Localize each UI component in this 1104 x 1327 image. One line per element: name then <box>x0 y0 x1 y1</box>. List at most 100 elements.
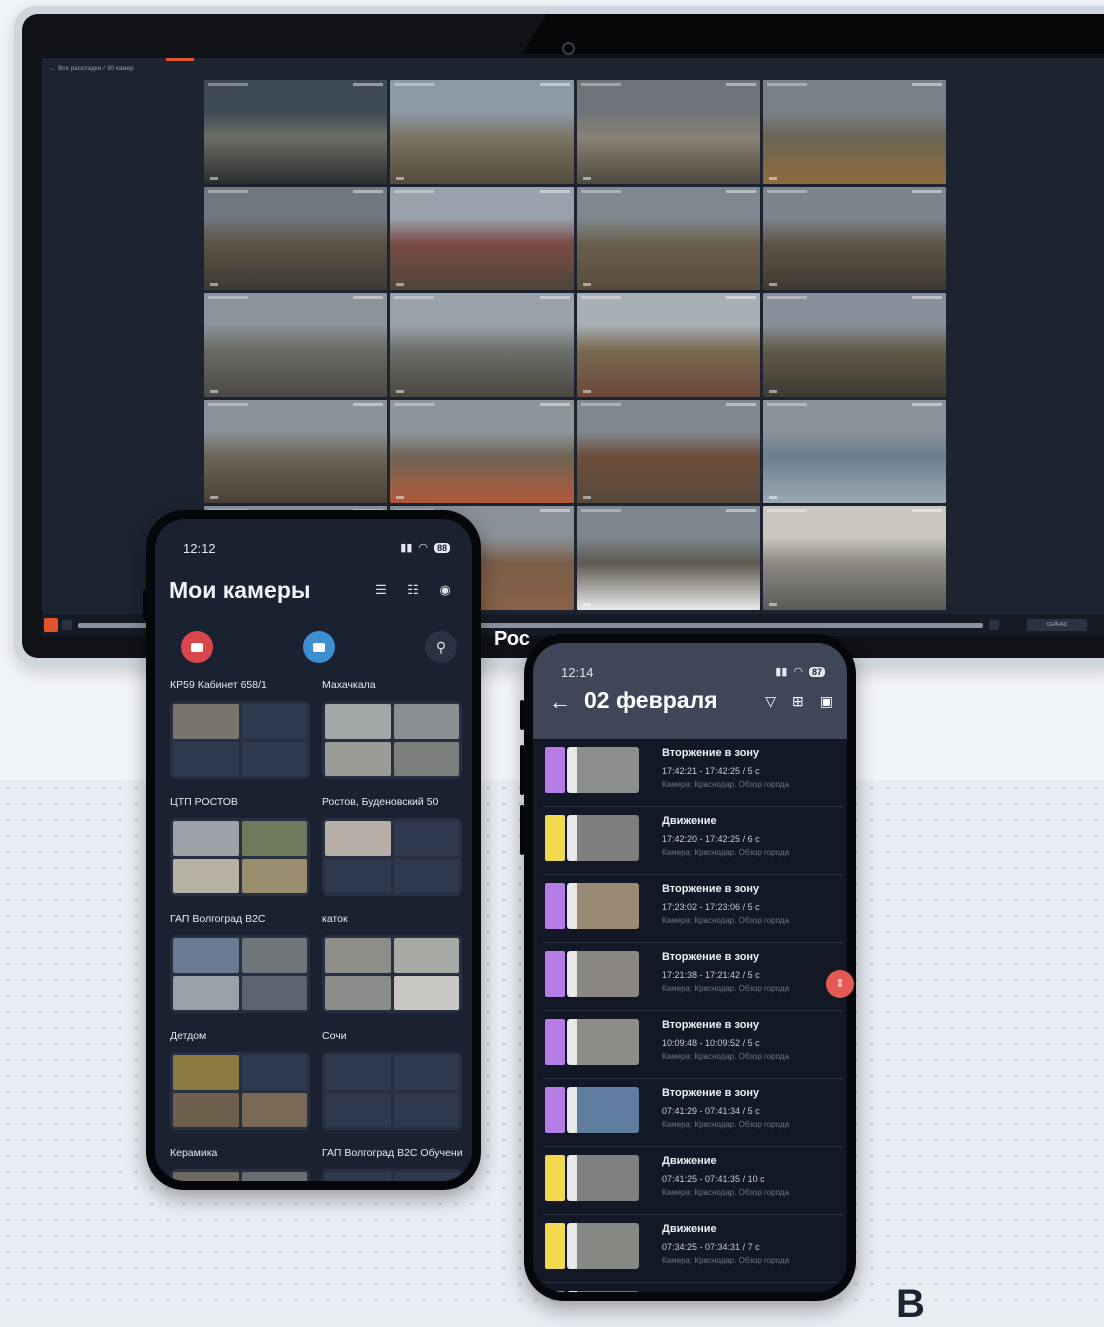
event-type: Вторжение в зону <box>662 1291 759 1292</box>
event-time: 17:23:02 - 17:23:06 / 5 с <box>662 902 760 912</box>
camera-thumb <box>173 975 239 1010</box>
camera-group[interactable]: ЦТП РОСТОВ <box>170 796 310 896</box>
event-item[interactable]: Вторжение в зону <box>543 1283 843 1292</box>
status-icons: ▮▮ ◠ 87 <box>775 665 825 678</box>
event-camera: Камера: Краснодар. Обзор города <box>662 916 790 925</box>
camera-thumb <box>173 704 239 739</box>
camera-group[interactable]: Махачкала <box>322 679 462 779</box>
feed-overlay-label <box>912 189 942 193</box>
event-camera: Камера: Краснодар. Обзор города <box>662 848 790 857</box>
camera-feed[interactable] <box>390 399 574 504</box>
feed-overlay-label <box>394 402 435 406</box>
camera-group[interactable]: каток <box>322 913 462 1013</box>
breadcrumb[interactable]: ← Все раскладки / 30 камер <box>50 66 134 72</box>
feed-overlay-label <box>580 296 621 300</box>
event-item[interactable]: Вторжение в зону 17:21:38 - 17:21:42 / 5 … <box>543 943 843 1011</box>
feed-overlay-label <box>768 389 777 393</box>
camera-group[interactable]: Ростов, Буденовский 50 <box>322 796 462 896</box>
search-icon: ⚲ <box>435 638 447 655</box>
profile-icon[interactable]: ◉ <box>436 583 454 597</box>
camera-feed[interactable] <box>576 186 760 291</box>
event-camera: Камера: Краснодар. Обзор города <box>662 780 790 789</box>
camera-feed[interactable] <box>762 186 946 291</box>
camera-thumb <box>325 821 391 856</box>
camera-feed[interactable] <box>390 293 574 397</box>
camera-icon <box>191 642 203 652</box>
back-arrow-icon[interactable]: ← <box>549 689 571 715</box>
camera-feed[interactable] <box>204 80 388 184</box>
event-type: Движение <box>662 815 717 827</box>
quick-actions: ⚲ <box>155 631 472 671</box>
event-item[interactable]: Вторжение в зону 07:41:29 - 07:41:34 / 5 … <box>543 1079 843 1147</box>
active-tab-indicator <box>166 58 194 61</box>
event-item[interactable]: Движение 17:42:20 - 17:42:25 / 6 с Камера:… <box>543 807 843 875</box>
event-thumbnail <box>567 951 639 997</box>
prev-button[interactable] <box>62 620 72 630</box>
event-time: 17:42:20 - 17:42:25 / 6 с <box>662 834 760 844</box>
camera-feed[interactable] <box>576 399 760 504</box>
live-camera-button[interactable] <box>303 631 335 663</box>
scroll-handle-button[interactable]: ⇕ <box>826 970 854 998</box>
feed-overlay-label <box>766 83 807 86</box>
camera-feed[interactable] <box>762 293 946 397</box>
feed-overlay-label <box>210 176 218 180</box>
event-item[interactable]: Вторжение в зону 17:42:21 - 17:42:25 / 5 … <box>543 739 843 807</box>
camera-group[interactable]: ГАП Волгоград B2C <box>170 913 310 1013</box>
camera-feed[interactable] <box>762 80 946 184</box>
sort-icon[interactable]: ☰ <box>372 583 390 597</box>
record-camera-button[interactable] <box>181 631 213 663</box>
event-camera: Камера: Краснодар. Обзор города <box>662 1188 790 1197</box>
signal-icon: ▮▮ <box>775 666 788 678</box>
camera-group-label: ЦТП РОСТОВ <box>170 796 238 808</box>
camera-group-preview <box>322 818 462 896</box>
event-item[interactable]: Движение 07:41:25 - 07:41:35 / 10 с Камера… <box>543 1147 843 1215</box>
feed-overlay-label <box>912 296 942 300</box>
camera-thumb <box>325 938 391 973</box>
now-button[interactable]: СЕЙЧАС <box>1027 619 1087 631</box>
webcam-icon <box>562 42 575 55</box>
camera-feed[interactable] <box>390 186 574 291</box>
filter-icon[interactable]: ☷ <box>404 583 422 597</box>
camera-group[interactable]: Керамика <box>170 1147 310 1181</box>
camera-feed[interactable] <box>576 80 760 184</box>
feed-overlay-label <box>208 402 248 406</box>
event-type: Движение <box>662 1155 717 1167</box>
camera-feed[interactable] <box>576 293 760 397</box>
camera-feed[interactable] <box>390 80 574 184</box>
monitor-notch <box>522 14 1104 54</box>
partial-caption: Рос <box>494 628 530 650</box>
camera-group[interactable]: Детдом <box>170 1030 310 1130</box>
camera-group-label: Ростов, Буденовский 50 <box>322 796 439 808</box>
phone1-screen: 12:12 ▮▮ ◠ 88 Мои камеры ☰ ☷ ◉ ⚲ КР59 Ка… <box>155 519 472 1181</box>
camera-feed[interactable] <box>762 506 946 610</box>
export-icon[interactable]: ⊞ <box>792 693 804 710</box>
next-button[interactable] <box>989 620 999 630</box>
camera-group[interactable]: Сочи <box>322 1030 462 1130</box>
camera-group-preview <box>170 818 310 896</box>
camera-feed[interactable] <box>762 399 946 504</box>
phone-events: 12:14 ▮▮ ◠ 87 ← 02 февраля ▽ ⊞ ▣ Вторжен… <box>524 634 856 1301</box>
search-button[interactable]: ⚲ <box>425 631 457 663</box>
event-time: 17:42:21 - 17:42:25 / 5 с <box>662 766 760 776</box>
camera-feed[interactable] <box>576 506 760 610</box>
camera-group[interactable]: ГАП Волгоград B2C Обучение <box>322 1147 462 1181</box>
event-item[interactable]: Вторжение в зону 10:09:48 - 10:09:52 / 5 … <box>543 1011 843 1079</box>
feed-overlay-label <box>580 189 621 193</box>
record-button[interactable] <box>44 618 58 632</box>
event-item[interactable]: Вторжение в зону 17:23:02 - 17:23:06 / 5 … <box>543 875 843 943</box>
feed-overlay-label <box>725 189 756 193</box>
calendar-icon[interactable]: ▣ <box>820 693 833 710</box>
event-type: Вторжение в зону <box>662 883 760 895</box>
camera-feed[interactable] <box>204 293 388 397</box>
camera-thumb <box>325 1092 391 1127</box>
feed-overlay-label <box>766 402 807 406</box>
event-item[interactable]: Движение 07:34:25 - 07:34:31 / 7 с Камера:… <box>543 1215 843 1283</box>
event-thumbnail <box>567 883 639 929</box>
filter-icon[interactable]: ▽ <box>765 693 776 710</box>
event-thumbnail <box>567 1087 639 1133</box>
camera-group[interactable]: КР59 Кабинет 658/1 <box>170 679 310 779</box>
camera-thumb <box>393 704 459 739</box>
camera-feed[interactable] <box>204 186 388 291</box>
camera-group-label: ГАП Волгоград B2C Обучение <box>322 1147 462 1159</box>
camera-feed[interactable] <box>204 399 388 504</box>
